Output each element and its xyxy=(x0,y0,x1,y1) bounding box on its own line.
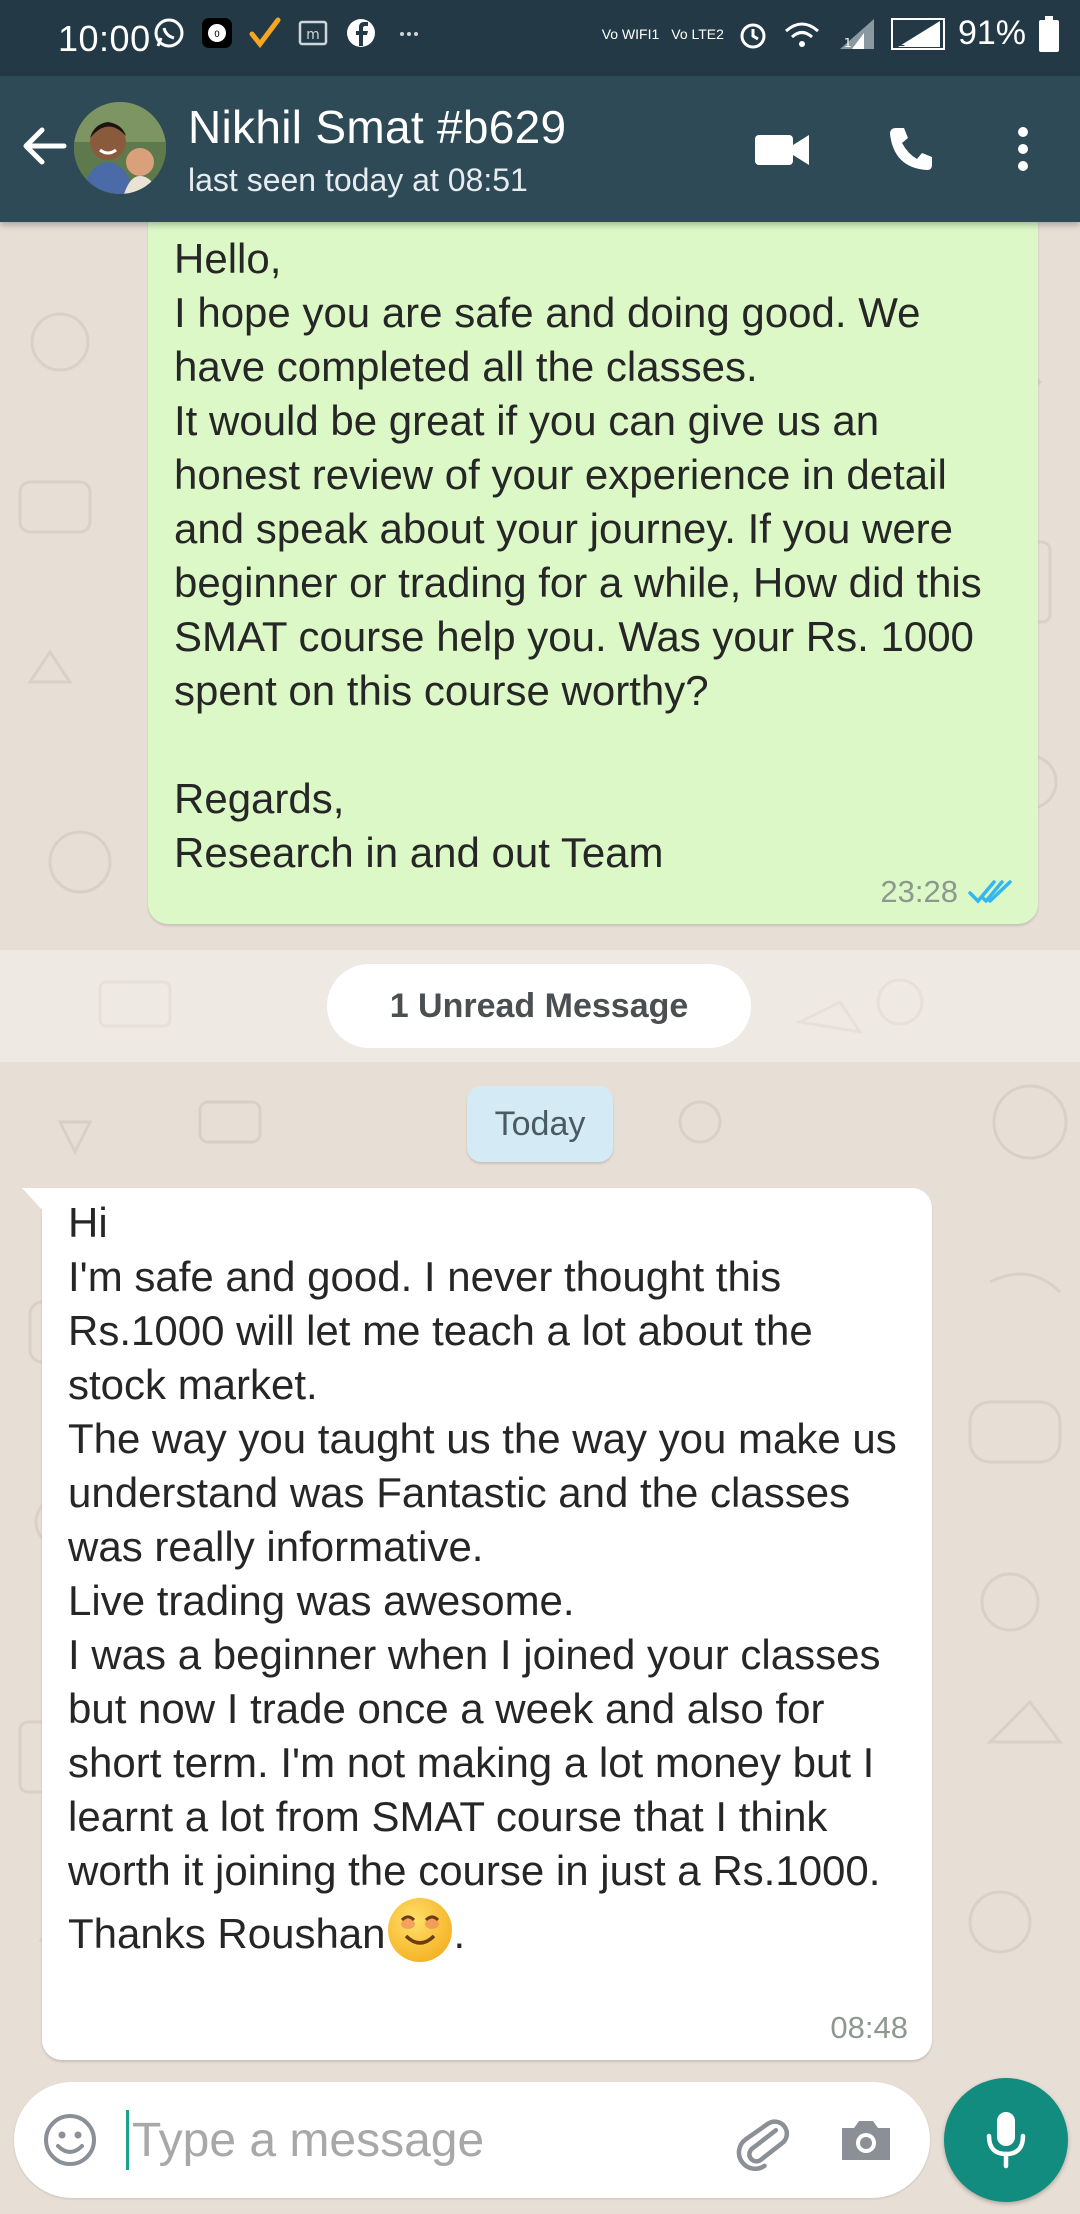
date-divider: Today xyxy=(467,1086,613,1162)
messenger-icon: m xyxy=(298,20,328,46)
check-icon xyxy=(249,17,281,49)
incoming-message-time: 08:48 xyxy=(830,2010,908,2045)
camera-icon[interactable] xyxy=(834,2108,898,2172)
smiling-face-emoji-icon xyxy=(387,1898,452,1962)
incoming-message-suffix: . xyxy=(453,1910,466,1957)
overflow-menu-button[interactable] xyxy=(990,116,1056,182)
avatar-photo xyxy=(74,102,166,194)
outgoing-message-time: 23:28 xyxy=(880,874,958,909)
battery-percent: 91% xyxy=(957,14,1026,52)
contact-name[interactable]: Nikhil Smat #b629 xyxy=(188,100,566,154)
signal-sim2-icon: 2 xyxy=(890,17,945,50)
voice-message-button[interactable] xyxy=(944,2078,1068,2202)
chat-area[interactable]: Hello, I hope you are safe and doing goo… xyxy=(0,222,1080,2082)
text-caret xyxy=(126,2110,129,2170)
smile-face-icon xyxy=(400,1915,439,1945)
incoming-message-meta: 08:48 xyxy=(830,2010,908,2046)
video-call-icon xyxy=(755,135,809,165)
outgoing-message-bubble[interactable]: Hello, I hope you are safe and doing goo… xyxy=(148,222,1038,924)
system-icons: Vo WIFI1 Vo LTE2 1 2 91% xyxy=(602,14,1060,53)
chat-header: Nikhil Smat #b629 last seen today at 08:… xyxy=(0,76,1080,222)
app-icon: 0 xyxy=(202,18,232,48)
status-bar: 10:00 0 m Vo WIFI1 Vo LTE2 1 2 91% xyxy=(0,0,1080,76)
incoming-message-text: Hi I'm safe and good. I never thought th… xyxy=(68,1196,902,1962)
more-dots-icon xyxy=(400,32,418,36)
alarm-icon xyxy=(740,23,766,48)
last-seen-status: last seen today at 08:51 xyxy=(188,162,528,198)
microphone-icon xyxy=(986,2112,1026,2169)
overflow-menu-icon xyxy=(1018,127,1028,171)
video-call-button[interactable] xyxy=(750,116,816,182)
unread-messages-label: 1 Unread Message xyxy=(327,964,751,1048)
battery-icon xyxy=(1039,15,1059,52)
signal-sim1-icon: 1 xyxy=(839,18,874,50)
svg-text:m: m xyxy=(306,27,320,43)
wifi-icon xyxy=(784,22,819,47)
facebook-icon xyxy=(347,19,375,47)
bubble-tail xyxy=(22,1188,44,1212)
emoji-icon[interactable] xyxy=(38,2108,102,2172)
status-time: 10:00 xyxy=(58,18,151,59)
svg-text:0: 0 xyxy=(214,30,220,40)
back-arrow-icon[interactable] xyxy=(18,116,72,176)
notification-icons: 0 m xyxy=(152,16,426,50)
svg-text:1: 1 xyxy=(844,36,852,50)
svg-text:2: 2 xyxy=(898,35,906,49)
vowifi-label: Vo WIFI1 xyxy=(601,25,660,42)
volte-label: Vo LTE2 xyxy=(671,25,724,42)
voice-call-button[interactable] xyxy=(878,116,944,182)
message-composer xyxy=(14,2082,930,2198)
contact-avatar[interactable] xyxy=(74,102,166,194)
attachment-icon[interactable] xyxy=(730,2108,794,2172)
message-input[interactable] xyxy=(132,2104,712,2176)
incoming-message-body: Hi I'm safe and good. I never thought th… xyxy=(68,1199,897,1957)
incoming-message-bubble[interactable]: Hi I'm safe and good. I never thought th… xyxy=(22,1188,932,2060)
voice-call-icon xyxy=(890,128,932,170)
read-ticks-icon xyxy=(968,880,1012,904)
outgoing-message-meta: 23:28 xyxy=(880,874,1014,910)
outgoing-message-text: Hello, I hope you are safe and doing goo… xyxy=(174,235,982,876)
whatsapp-icon xyxy=(154,18,184,48)
